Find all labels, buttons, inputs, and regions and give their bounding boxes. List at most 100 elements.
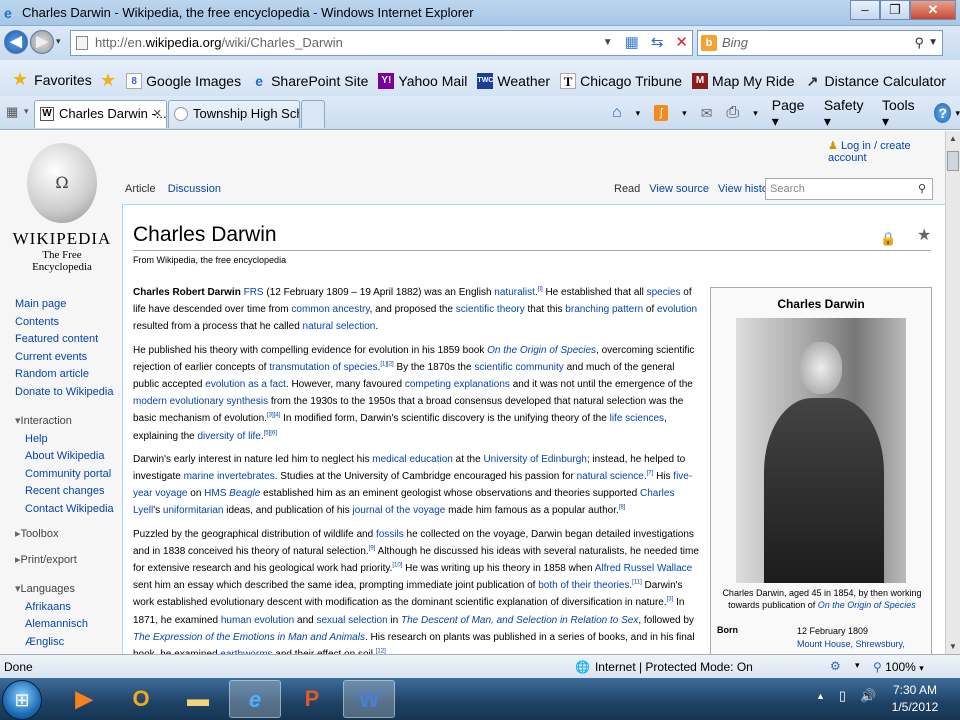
sidebar-item-recent-changes[interactable]: Recent changes: [25, 483, 114, 501]
link-uniformitarian[interactable]: uniformitarian: [163, 505, 224, 516]
sidebar-item-community-portal[interactable]: Community portal: [25, 466, 114, 484]
sidebar-item-lang-afrikaans[interactable]: Afrikaans: [25, 599, 114, 617]
add-to-favorites-bar-icon[interactable]: ★: [100, 70, 116, 91]
scroll-down-icon[interactable]: ▼: [949, 642, 957, 651]
vertical-scrollbar[interactable]: ▲ ▼: [945, 131, 960, 654]
zoom-level[interactable]: ⚲ 100% ▾: [873, 660, 924, 674]
link-frs[interactable]: FRS: [244, 287, 264, 298]
tab-list-dropdown-icon[interactable]: ▾: [24, 106, 29, 117]
link-evolution[interactable]: evolution: [657, 304, 697, 315]
forward-button[interactable]: ▶: [30, 30, 54, 54]
tab-township-high-school[interactable]: Township High Sch...: [168, 100, 300, 128]
link-modern-synthesis[interactable]: modern evolutionary synthesis: [133, 396, 268, 407]
login-link-text[interactable]: Log in / create account: [828, 140, 911, 164]
fav-link-sharepoint[interactable]: e SharePoint Site: [251, 73, 368, 89]
tab-charles-darwin[interactable]: W Charles Darwin -... ✕: [34, 100, 167, 128]
sidebar-item-main-page[interactable]: Main page: [15, 296, 114, 314]
minimize-button[interactable]: –: [850, 0, 880, 20]
bing-search-box[interactable]: b Bing ⚲ ▼: [697, 30, 943, 56]
security-zone[interactable]: 🌐 Internet | Protected Mode: On: [575, 660, 753, 674]
sidebar-item-donate[interactable]: Donate to Wikipedia: [15, 384, 114, 402]
link-naturalist[interactable]: naturalist: [494, 287, 535, 298]
address-bar[interactable]: http://en.wikipedia.org/wiki/Charles_Dar…: [70, 30, 693, 56]
login-link[interactable]: ♟ Log in / create account: [828, 139, 945, 164]
link-medical-education[interactable]: medical education: [372, 454, 453, 465]
search-icon[interactable]: ⚲: [918, 179, 926, 199]
sidebar-heading-interaction[interactable]: Interaction: [15, 413, 114, 431]
fav-link-google-images[interactable]: 8 Google Images: [126, 72, 241, 89]
sidebar-item-contact-wikipedia[interactable]: Contact Wikipedia: [25, 501, 114, 519]
search-dropdown-icon[interactable]: ▼: [928, 31, 938, 55]
media-player-taskbar-icon[interactable]: ▶: [58, 680, 110, 718]
restore-button[interactable]: ❐: [880, 0, 910, 20]
search-icon[interactable]: ⚲: [914, 31, 924, 55]
rss-feed-icon[interactable]: ʃ: [654, 105, 669, 121]
link-descent-of-man[interactable]: The Descent of Man, and Selection in Rel…: [401, 615, 638, 626]
darwin-portrait-image[interactable]: [736, 318, 906, 583]
volume-icon[interactable]: 🔊: [860, 688, 876, 704]
link-both-theories[interactable]: both of their theories: [538, 580, 629, 591]
safety-menu[interactable]: Safety ▾: [824, 97, 868, 130]
home-dropdown-icon[interactable]: ▾: [636, 108, 641, 119]
scroll-thumb[interactable]: [947, 151, 959, 171]
link-branching-pattern[interactable]: branching pattern: [565, 304, 643, 315]
watch-star-icon[interactable]: ★: [917, 225, 931, 245]
sidebar-item-help[interactable]: Help: [25, 431, 114, 449]
link-fossils[interactable]: fossils: [376, 529, 404, 540]
tab-read[interactable]: Read: [614, 183, 640, 195]
home-icon[interactable]: ⌂: [612, 104, 622, 122]
sidebar-item-random-article[interactable]: Random article: [15, 366, 114, 384]
battery-icon[interactable]: ▯: [839, 688, 846, 704]
feeds-dropdown-icon[interactable]: ▾: [682, 108, 687, 119]
start-button[interactable]: ⊞: [2, 680, 42, 720]
show-hidden-icons-icon[interactable]: ▲: [816, 688, 825, 704]
link-university-of-edinburgh[interactable]: University of Edinburgh: [483, 454, 586, 465]
status-dropdown-icon[interactable]: ▾: [855, 660, 860, 671]
zoom-dropdown-icon[interactable]: ▾: [919, 663, 924, 673]
help-icon[interactable]: ?: [934, 103, 952, 123]
fav-link-distance-calculator[interactable]: ↗ Distance Calculator: [805, 73, 946, 89]
tab-discussion[interactable]: Discussion: [168, 183, 221, 195]
scroll-up-icon[interactable]: ▲: [949, 134, 957, 143]
sidebar-item-featured-content[interactable]: Featured content: [15, 331, 114, 349]
link-scientific-community[interactable]: scientific community: [474, 362, 563, 373]
quick-tabs-icon[interactable]: ▦: [6, 104, 18, 120]
tools-menu[interactable]: Tools ▾: [882, 97, 920, 130]
powerpoint-taskbar-icon[interactable]: P: [286, 680, 338, 718]
compatibility-view-icon[interactable]: ▦: [625, 31, 639, 55]
sidebar-item-lang-aenglisc[interactable]: Ænglisc: [25, 634, 114, 652]
sidebar-heading-toolbox[interactable]: Toolbox: [15, 526, 114, 544]
help-dropdown-icon[interactable]: ▾: [955, 108, 960, 119]
link-marine-invertebrates[interactable]: marine invertebrates: [184, 471, 275, 482]
link-scientific-theory[interactable]: scientific theory: [456, 304, 525, 315]
new-tab-button[interactable]: [301, 100, 325, 128]
fav-link-chicago-tribune[interactable]: T Chicago Tribune: [560, 72, 682, 89]
sidebar-item-lang-alemannisch[interactable]: Alemannisch: [25, 616, 114, 634]
link-alfred-russel-wallace[interactable]: Alfred Russel Wallace: [595, 563, 692, 574]
sidebar-item-contents[interactable]: Contents: [15, 314, 114, 332]
link-sexual-selection[interactable]: sexual selection: [316, 615, 387, 626]
link-species[interactable]: species: [647, 287, 681, 298]
link-competing-explanations[interactable]: competing explanations: [405, 379, 510, 390]
refresh-icon[interactable]: ⇆: [651, 31, 664, 55]
wikipedia-logo[interactable]: Ω WIKIPEDIA The Free Encyclopedia: [12, 143, 112, 278]
link-natural-selection[interactable]: natural selection: [303, 321, 376, 332]
link-common-ancestry[interactable]: common ancestry: [291, 304, 369, 315]
sidebar-heading-print-export[interactable]: Print/export: [15, 552, 114, 570]
tab-view-source[interactable]: View source: [649, 183, 709, 195]
link-transmutation[interactable]: transmutation of species: [269, 362, 377, 373]
link-journal-of-the-voyage[interactable]: journal of the voyage: [352, 505, 445, 516]
favorites-button[interactable]: ★ Favorites: [12, 69, 92, 90]
sidebar-item-about-wikipedia[interactable]: About Wikipedia: [25, 448, 114, 466]
clock[interactable]: 7:30 AM 1/5/2012: [885, 682, 945, 716]
explorer-folder-taskbar-icon[interactable]: ▬: [172, 680, 224, 718]
link-human-evolution[interactable]: human evolution: [221, 615, 294, 626]
word-taskbar-icon[interactable]: W: [343, 680, 395, 718]
protected-mode-icon[interactable]: ⚙: [830, 659, 841, 673]
link-diversity-of-life[interactable]: diversity of life: [198, 431, 261, 442]
outlook-taskbar-icon[interactable]: O: [115, 680, 167, 718]
print-icon[interactable]: ⎙: [726, 104, 739, 122]
print-dropdown-icon[interactable]: ▾: [753, 108, 758, 119]
back-button[interactable]: ◀: [4, 30, 28, 54]
address-dropdown-icon[interactable]: ▼: [603, 31, 613, 55]
